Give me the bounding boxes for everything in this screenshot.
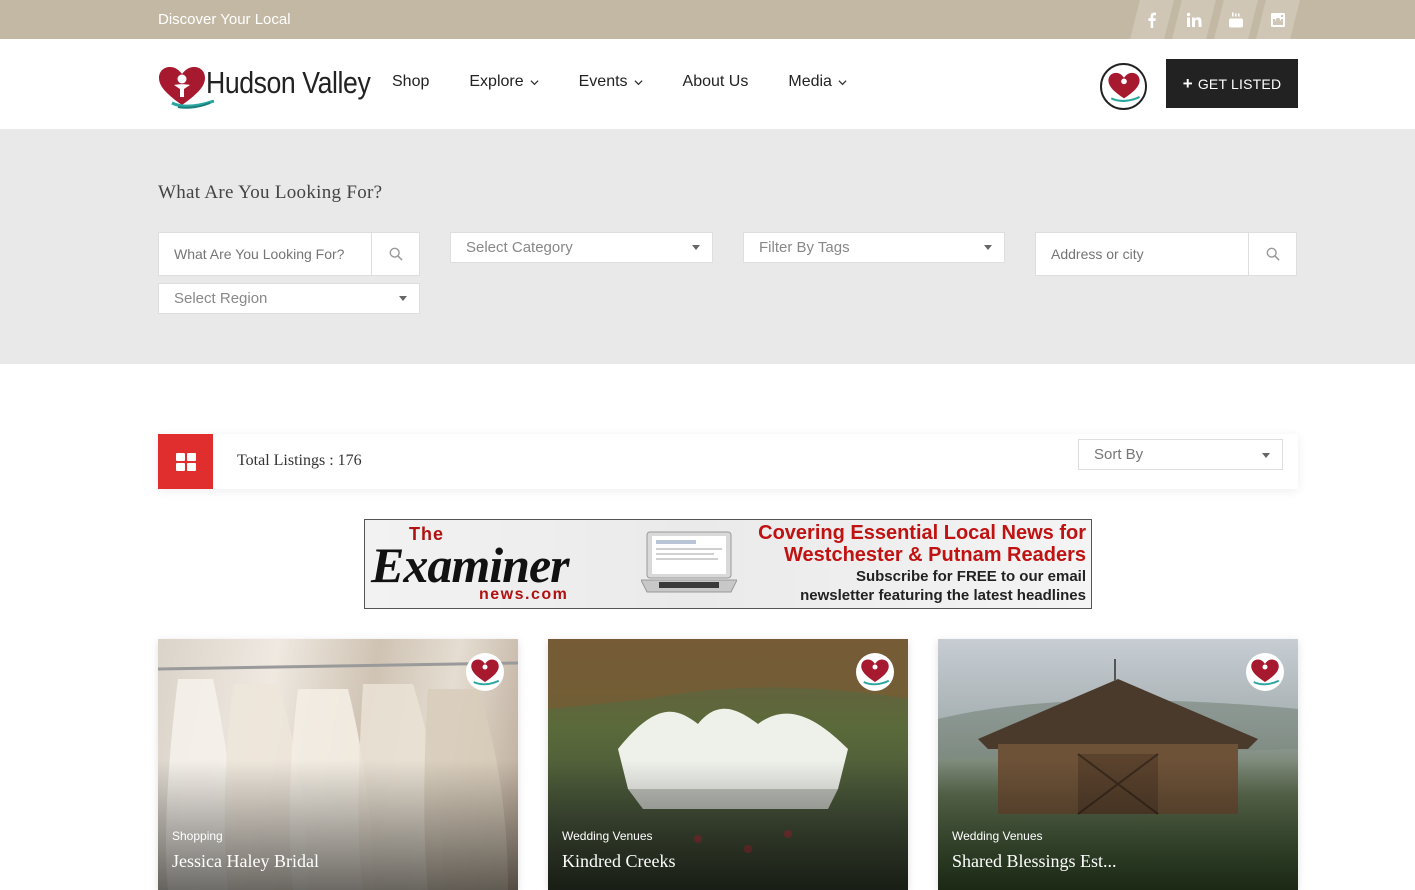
facebook-icon — [1148, 12, 1156, 28]
top-bar: Discover Your Local — [0, 0, 1415, 39]
listing-owner-avatar[interactable] — [466, 653, 504, 691]
ad-domain: news.com — [479, 586, 569, 603]
listing-owner-avatar[interactable] — [856, 653, 894, 691]
social-links — [1131, 0, 1299, 39]
total-listings: Total Listings : 176 — [237, 452, 362, 469]
region-select[interactable]: Select Region — [158, 283, 420, 314]
nav-about-us[interactable]: About Us — [683, 73, 749, 91]
address-search-button[interactable] — [1248, 232, 1297, 276]
search-icon — [1266, 247, 1280, 261]
facebook-link[interactable] — [1131, 0, 1173, 39]
linkedin-link[interactable] — [1173, 0, 1215, 39]
get-listed-button[interactable]: + GET LISTED — [1166, 59, 1298, 108]
site-logo[interactable]: Hudson Valley — [158, 63, 371, 109]
heart-logo-icon — [1107, 72, 1140, 102]
tags-select-label: Filter By Tags — [759, 239, 850, 256]
nav-explore-label: Explore — [469, 73, 524, 90]
nav-shop-label: Shop — [392, 73, 430, 90]
get-listed-label: GET LISTED — [1197, 75, 1282, 92]
youtube-link[interactable] — [1215, 0, 1257, 39]
keyword-search-button[interactable] — [371, 232, 420, 276]
search-title: What Are You Looking For? — [158, 182, 383, 203]
nav-events[interactable]: Events — [579, 73, 643, 91]
sort-select-label: Sort By — [1094, 446, 1144, 463]
listing-name[interactable]: Jessica Haley Bridal — [172, 851, 319, 872]
chevron-down-icon — [530, 79, 539, 85]
chevron-down-icon — [838, 79, 847, 85]
caret-down-icon — [399, 296, 407, 301]
listing-name[interactable]: Shared Blessings Est... — [952, 851, 1117, 872]
instagram-icon — [1271, 12, 1285, 27]
search-icon — [389, 247, 403, 261]
main-header: Hudson Valley Shop Explore Events About … — [0, 39, 1415, 129]
region-select-label: Select Region — [174, 290, 268, 307]
examiner-ad-banner[interactable]: The Examiner news.com Covering Essential… — [364, 519, 1092, 609]
chevron-down-icon — [634, 79, 643, 85]
keyword-search-input[interactable] — [158, 232, 372, 276]
tags-select[interactable]: Filter By Tags — [743, 232, 1005, 263]
listing-category[interactable]: Shopping — [172, 829, 223, 843]
heart-logo-icon — [861, 659, 890, 686]
category-select-label: Select Category — [466, 239, 573, 256]
ad-headline-line1: Covering Essential Local News for — [758, 522, 1086, 544]
listing-card[interactable]: Wedding Venues Kindred Creeks — [548, 639, 908, 890]
instagram-link[interactable] — [1257, 0, 1299, 39]
heart-logo-icon — [471, 659, 500, 686]
nav-about-label: About Us — [682, 73, 749, 90]
nav-media[interactable]: Media — [788, 73, 847, 91]
listing-name[interactable]: Kindred Creeks — [562, 851, 675, 872]
listing-owner-avatar[interactable] — [1246, 653, 1284, 691]
category-select[interactable]: Select Category — [450, 232, 713, 263]
user-avatar[interactable] — [1100, 63, 1147, 110]
main-nav: Shop Explore Events About Us Media — [392, 73, 887, 91]
search-section: What Are You Looking For? Select Categor… — [0, 129, 1415, 364]
youtube-icon — [1229, 12, 1243, 27]
sort-select[interactable]: Sort By — [1078, 439, 1283, 470]
listing-card[interactable]: Shopping Jessica Haley Bridal — [158, 639, 518, 890]
nav-shop[interactable]: Shop — [392, 73, 429, 91]
caret-down-icon — [1262, 453, 1270, 458]
grid-view-button[interactable] — [158, 434, 213, 489]
address-input[interactable] — [1035, 232, 1249, 276]
nav-explore[interactable]: Explore — [469, 73, 539, 91]
listing-card[interactable]: Wedding Venues Shared Blessings Est... — [938, 639, 1298, 890]
grid-icon — [175, 452, 196, 471]
caret-down-icon — [984, 245, 992, 250]
ad-sub-line1: Subscribe for FREE to our email — [855, 568, 1086, 585]
top-tagline: Discover Your Local — [158, 11, 291, 28]
heart-logo-icon — [1251, 659, 1280, 686]
ad-sub-line2: newsletter featuring the latest headline… — [800, 587, 1086, 604]
laptop-icon — [641, 531, 737, 593]
nav-events-label: Events — [578, 73, 628, 90]
plus-icon: + — [1182, 74, 1193, 93]
caret-down-icon — [692, 245, 700, 250]
logo-text: Hudson Valley — [206, 65, 371, 100]
listing-category[interactable]: Wedding Venues — [952, 829, 1043, 843]
nav-media-label: Media — [788, 73, 832, 90]
linkedin-icon — [1186, 12, 1202, 27]
listings-toolbar: Total Listings : 176 Sort By — [158, 434, 1298, 489]
ad-headline-line2: Westchester & Putnam Readers — [784, 544, 1086, 566]
listing-category[interactable]: Wedding Venues — [562, 829, 653, 843]
